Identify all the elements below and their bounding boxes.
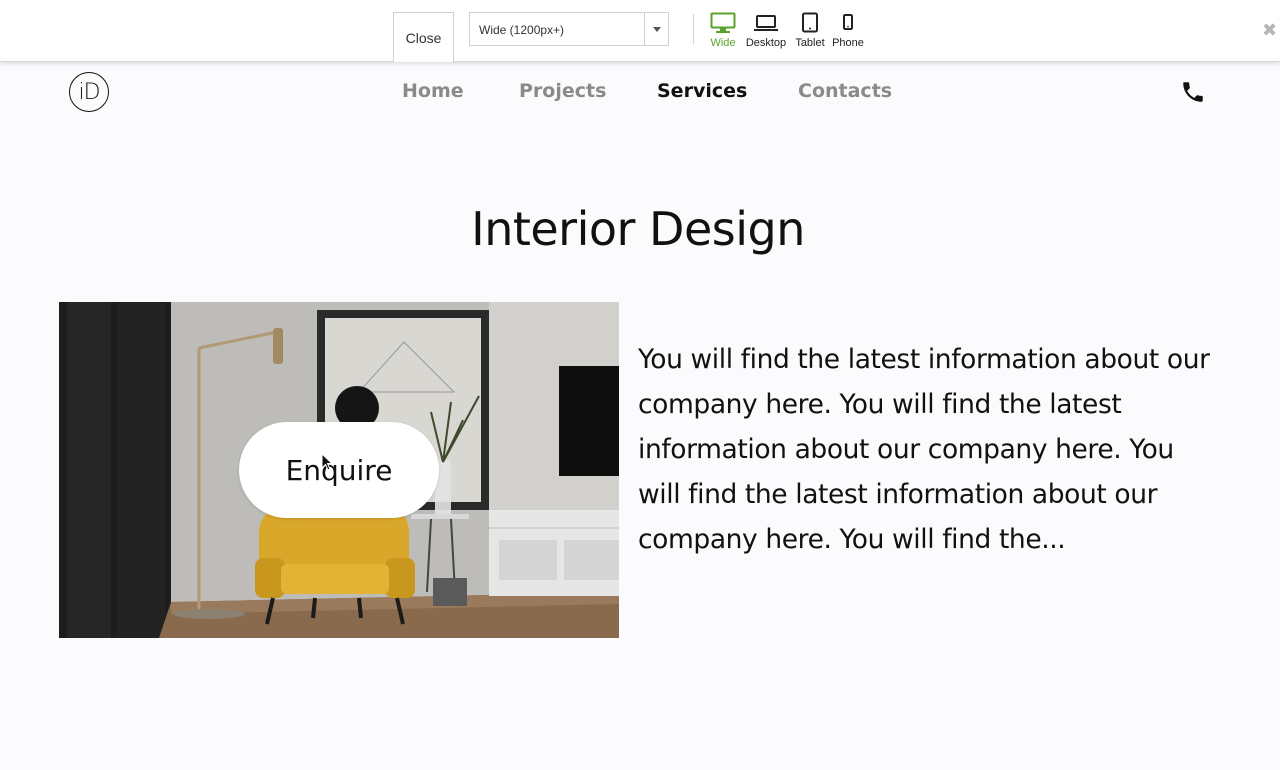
toolbar-divider — [693, 14, 694, 44]
dismiss-icon[interactable]: ✖ — [1262, 22, 1278, 40]
device-wide-label: Wide — [710, 37, 736, 49]
nav-contacts[interactable]: Contacts — [798, 80, 892, 106]
chevron-down-icon[interactable] — [644, 13, 668, 45]
hero-image: Enquire — [59, 302, 619, 638]
nav-home[interactable]: Home — [402, 80, 464, 106]
device-desktop-label: Desktop — [745, 37, 787, 49]
site-logo[interactable]: iD — [69, 72, 109, 112]
viewport-select-value: Wide (1200px+) — [479, 23, 565, 37]
tablet-icon — [802, 12, 818, 33]
phone-icon[interactable] — [1180, 79, 1206, 105]
phone-device-icon — [843, 14, 853, 30]
service-description: You will find the latest information abo… — [638, 344, 1210, 555]
viewport-select[interactable]: Wide (1200px+) — [469, 12, 669, 46]
laptop-icon — [754, 15, 778, 31]
nav-services[interactable]: Services — [657, 80, 747, 106]
device-phone-button[interactable]: Phone — [826, 12, 870, 56]
nav-projects[interactable]: Projects — [519, 80, 606, 106]
monitor-icon — [710, 12, 736, 33]
device-phone-label: Phone — [832, 37, 864, 49]
close-button[interactable]: Close — [393, 12, 454, 62]
device-wide-button[interactable]: Wide — [701, 12, 745, 56]
device-tablet-label: Tablet — [795, 37, 825, 49]
device-desktop-button[interactable]: Desktop — [744, 12, 788, 56]
enquire-button[interactable]: Enquire — [239, 422, 439, 518]
page-title: Interior Design — [471, 202, 805, 256]
preview-toolbar: Close Wide (1200px+) Wide Desktop Tablet — [0, 0, 1280, 62]
